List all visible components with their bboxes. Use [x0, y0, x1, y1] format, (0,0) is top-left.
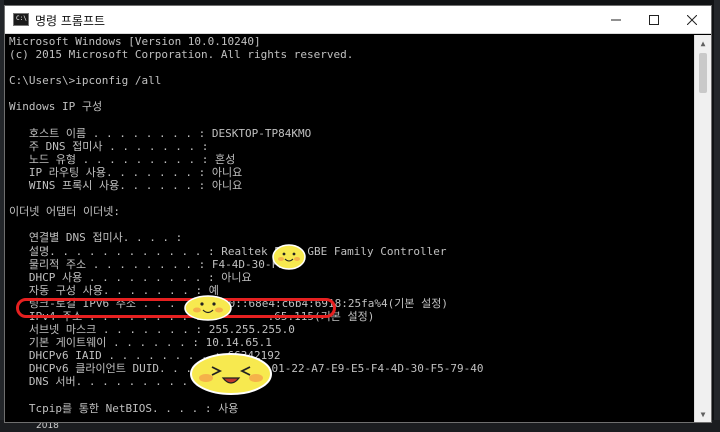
console-line: 설명. . . . . . . . . . . . : Realtek PCIe… [9, 244, 447, 258]
console-line: 물리적 주소 . . . . . . . . : F4-4D-30-F5- [9, 257, 292, 271]
vertical-scrollbar[interactable]: ▲ ▼ [694, 35, 711, 422]
console-line: Tcpip를 통한 NetBIOS. . . . : 사용 [9, 401, 239, 415]
console-line: DNS 서버. . . . . . . . . . : [9, 375, 215, 389]
console-line: WINS 프록시 사용. . . . . . : 아니요 [9, 179, 243, 193]
maximize-icon [649, 15, 659, 25]
console-line: DHCPv6 클라이언트 DUID. . . : 00-01-00-01-22-… [9, 362, 484, 376]
scroll-up-icon[interactable]: ▲ [695, 35, 711, 52]
console-line: 기본 게이트웨이 . . . . . . : 10.14.65.1 [9, 336, 272, 350]
close-button[interactable] [673, 6, 711, 34]
scroll-down-icon[interactable]: ▼ [695, 406, 711, 422]
console-line: DHCP 사용 . . . . . . . . . : 아니요 [9, 270, 252, 284]
app-icon-text: C:\ [16, 15, 27, 22]
close-icon [687, 15, 697, 25]
console-line: 노드 유형 . . . . . . . . . : 혼성 [9, 152, 236, 166]
console-line: (c) 2015 Microsoft Corporation. All righ… [9, 48, 354, 62]
scrollbar-thumb[interactable] [699, 53, 707, 93]
title-bar[interactable]: C:\ 명령 프롬프트 [5, 6, 711, 34]
console-line: 연결별 DNS 접미사. . . . : [9, 231, 183, 245]
console-output[interactable]: Microsoft Windows [Version 10.0.10240] (c… [5, 35, 695, 422]
console-line: DHCPv6 IAID . . . . . . . . : 66342192 [9, 349, 281, 363]
maximize-button[interactable] [635, 6, 673, 34]
command-prompt-icon: C:\ [13, 13, 29, 26]
console-line: 링크-로컬 IPv6 주소 . . . . : fe80::68e4:c6b4:… [9, 296, 448, 310]
console-line: 주 DNS 접미사 . . . . . . . : [9, 139, 209, 153]
console-line: 이더넷 어댑터 이더넷: [9, 205, 120, 219]
desktop-edge-right [714, 0, 720, 432]
console-line: C:\Users\>ipconfig /all [9, 74, 162, 88]
minimize-button[interactable] [597, 6, 635, 34]
window-title: 명령 프롬프트 [35, 14, 106, 28]
minimize-icon [611, 19, 621, 21]
console-line: IP 라우팅 사용. . . . . . . : 아니요 [9, 165, 243, 179]
console-line: Windows IP 구성 [9, 100, 103, 114]
command-prompt-window[interactable]: C:\ 명령 프롬프트 Microsoft Windows [Version 1… [4, 5, 712, 423]
console-line: 호스트 이름 . . . . . . . . : DESKTOP-TP84KMO [9, 126, 312, 140]
console-line: Microsoft Windows [Version 10.0.10240] [9, 35, 261, 48]
window-controls [597, 6, 711, 34]
console-line: 자동 구성 사용. . . . . . . : 예 [9, 283, 219, 297]
console-line: IPv4 주소 . . . . . . . . . : .65.115(기본 설… [9, 309, 375, 323]
console-line: 서브넷 마스크 . . . . . . . : 255.255.255.0 [9, 323, 295, 337]
